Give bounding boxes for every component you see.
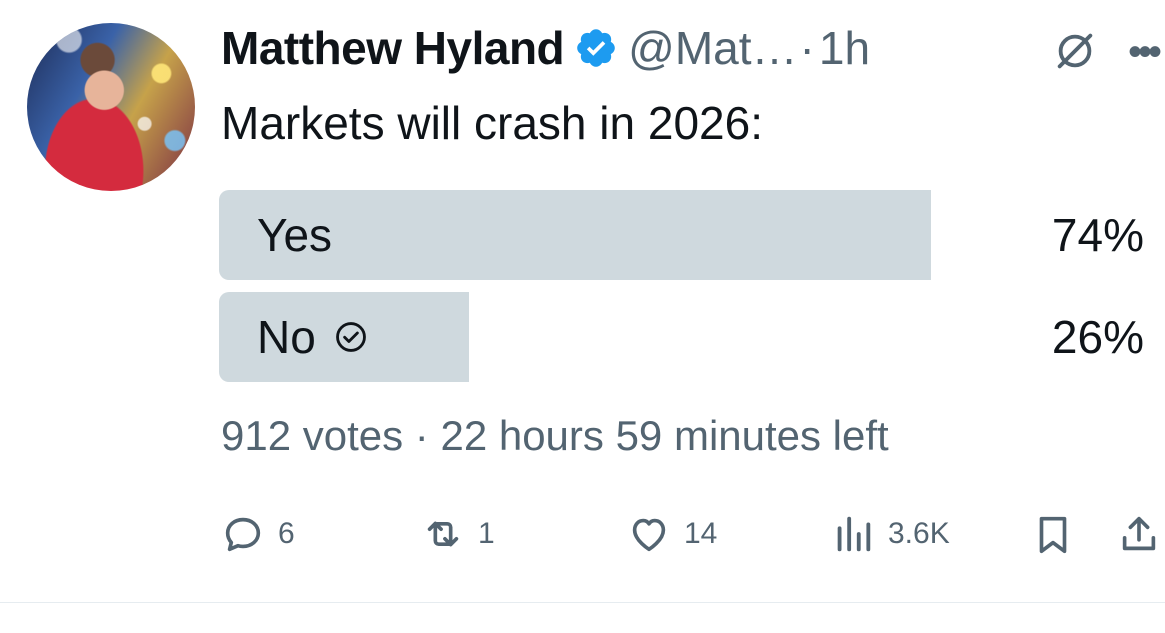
author-name[interactable]: Matthew Hyland bbox=[221, 21, 565, 75]
views-icon bbox=[837, 516, 871, 552]
repost-button[interactable]: 1 bbox=[420, 504, 495, 564]
reply-button[interactable]: 6 bbox=[220, 504, 295, 564]
avatar[interactable] bbox=[27, 23, 195, 191]
like-count: 14 bbox=[684, 517, 718, 550]
tweet-header: Matthew Hyland @Mat… · 1h bbox=[221, 18, 870, 78]
poll-option-yes: Yes 74% bbox=[219, 190, 1144, 280]
separator-dot: · bbox=[799, 22, 815, 74]
poll-option-label-row: No bbox=[257, 292, 368, 382]
reply-count: 6 bbox=[278, 517, 295, 550]
tweet-text: Markets will crash in 2026: bbox=[221, 97, 763, 149]
like-button[interactable]: 14 bbox=[626, 504, 717, 564]
poll-option-label: No bbox=[257, 311, 316, 363]
views-count: 3.6K bbox=[888, 517, 950, 550]
reply-icon bbox=[225, 517, 261, 552]
poll-option-label: Yes bbox=[257, 209, 333, 261]
poll-option-no: No 26% bbox=[219, 292, 1144, 382]
poll-option-percent: 26% bbox=[1051, 311, 1144, 363]
poll-meta: 912 votes · 22 hours 59 minutes left bbox=[221, 412, 889, 459]
poll-option-percent: 74% bbox=[1051, 209, 1144, 261]
more-icon[interactable]: ••• bbox=[1128, 30, 1162, 75]
timestamp[interactable]: 1h bbox=[819, 21, 870, 75]
share-button[interactable] bbox=[1116, 504, 1162, 564]
check-circle-icon bbox=[335, 322, 366, 352]
grok-icon[interactable] bbox=[1052, 28, 1098, 74]
repost-icon bbox=[427, 521, 459, 547]
views-button[interactable]: 3.6K bbox=[830, 504, 950, 564]
bookmark-icon bbox=[1039, 516, 1067, 554]
bookmark-button[interactable] bbox=[1030, 504, 1076, 564]
like-icon bbox=[632, 518, 666, 552]
verified-badge-icon bbox=[577, 29, 615, 67]
action-bar: 6 1 14 3.6K bbox=[0, 504, 1165, 564]
repost-count: 1 bbox=[478, 517, 495, 550]
divider bbox=[0, 602, 1165, 603]
avatar-image bbox=[27, 23, 195, 191]
author-handle[interactable]: @Mat… bbox=[628, 21, 797, 75]
share-icon bbox=[1122, 516, 1156, 551]
